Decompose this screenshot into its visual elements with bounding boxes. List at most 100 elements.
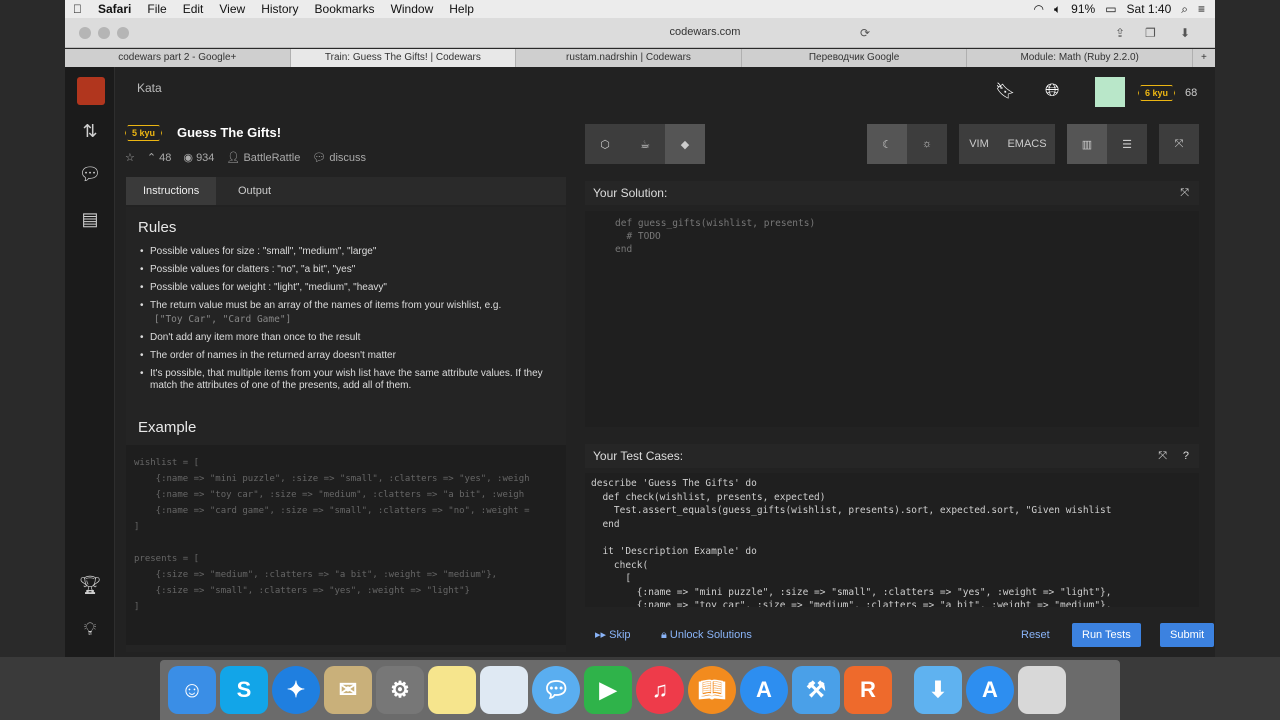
upvote-icon[interactable]: ⌃ 48 <box>147 151 172 164</box>
messages-icon[interactable]: 💬︎ <box>532 666 580 714</box>
battery-percent[interactable]: 91% <box>1071 2 1095 16</box>
star-icon[interactable]: ☆ <box>125 151 135 164</box>
solution-editor[interactable]: def guess_gifts(wishlist, presents) # TO… <box>585 211 1199 427</box>
list-item: Don't add any item more than once to the… <box>140 332 566 344</box>
menu-history[interactable]: History <box>253 2 306 16</box>
dock-separator <box>896 666 910 714</box>
list-item: It's possible, that multiple items from … <box>140 368 566 392</box>
kata-meta: ☆ ⌃ 48 ◉ 934 👤︎ BattleRattle 💬︎ discuss <box>125 151 366 164</box>
trash-icon[interactable] <box>1018 666 1066 714</box>
lightbulb-icon[interactable]: 💡︎ <box>78 617 102 641</box>
apple-menu-icon[interactable]:  <box>65 2 90 16</box>
globe-icon[interactable]: 🌐︎ <box>1045 80 1059 101</box>
new-tab-button[interactable]: + <box>1193 49 1215 67</box>
codewars-logo-icon[interactable] <box>77 77 105 105</box>
fullscreen-icon[interactable]: ⤧ <box>1159 124 1199 164</box>
author-name[interactable]: BattleRattle <box>243 152 300 164</box>
list-item: Possible values for clatters : "no", "a … <box>140 264 566 276</box>
author-icon[interactable]: 👤︎ BattleRattle <box>226 151 300 164</box>
battery-icon[interactable]: ▭ <box>1105 2 1116 16</box>
tab-output[interactable]: Output <box>221 177 288 205</box>
rules-heading: Rules <box>138 219 177 236</box>
window-controls <box>79 27 129 39</box>
dock: ☺ S ✦ ✉ ⚙ 💬︎ ▶ ♫ 📖︎ A ⚒ R ⬇ A <box>160 660 1120 720</box>
volume-icon[interactable]: 🔈︎ <box>1054 2 1061 17</box>
xcode-icon[interactable]: ⚒ <box>792 666 840 714</box>
split-horizontal-layout-icon[interactable]: ☰ <box>1107 124 1147 164</box>
music-icon[interactable]: ♫ <box>636 666 684 714</box>
close-window-button[interactable] <box>79 27 91 39</box>
menu-file[interactable]: File <box>139 2 174 16</box>
rule-text: The return value must be an array of the… <box>150 300 502 311</box>
kata-nav-icon[interactable]: ⇅ <box>78 119 102 143</box>
emacs-mode-button[interactable]: EMACS <box>999 124 1055 164</box>
unlock-solutions-button[interactable]: 🔒︎ Unlock Solutions <box>651 623 762 647</box>
tab-codewars-train[interactable]: Train: Guess The Gifts! | Codewars <box>290 49 517 67</box>
discuss-link[interactable]: discuss <box>329 152 366 164</box>
rubymine-icon[interactable]: R <box>844 666 892 714</box>
bookmark-icon[interactable]: 🔖︎ <box>995 81 1015 101</box>
skype-icon[interactable]: S <box>220 666 268 714</box>
example-return-code: ["Toy Car", "Card Game"] <box>154 314 292 325</box>
menu-edit[interactable]: Edit <box>175 2 212 16</box>
vim-mode-button[interactable]: VIM <box>959 124 999 164</box>
help-icon[interactable]: ? <box>1183 444 1189 468</box>
submit-button[interactable]: Submit <box>1160 623 1215 647</box>
lock-icon: 🔒︎ <box>661 629 670 641</box>
ibooks-icon[interactable]: 📖︎ <box>688 666 736 714</box>
finder-icon[interactable]: ☺ <box>168 666 216 714</box>
editor-toolbar: ⬡ ☕︎ ◆ ☾ ☼ VIM EMACS ▥ ☰ ⤧ <box>585 124 1205 164</box>
ruby-language-icon[interactable]: ◆ <box>665 124 705 164</box>
downloads-folder-icon[interactable]: ⬇ <box>914 666 962 714</box>
vote-count: 48 <box>159 152 172 164</box>
contacts-icon[interactable] <box>480 666 528 714</box>
docs-nav-icon[interactable]: ▤ <box>78 207 102 231</box>
dark-theme-moon-icon[interactable]: ☾ <box>867 124 907 164</box>
tab-google-translate[interactable]: Переводчик Google <box>742 49 968 67</box>
tests-editor[interactable]: describe 'Guess The Gifts' do def check(… <box>585 473 1199 607</box>
menu-window[interactable]: Window <box>383 2 442 16</box>
skip-button[interactable]: ▸▸ Skip <box>585 623 641 647</box>
coffeescript-language-icon[interactable]: ☕︎ <box>625 124 665 164</box>
menu-help[interactable]: Help <box>441 2 482 16</box>
app-store-icon[interactable]: A <box>740 666 788 714</box>
notification-icon[interactable]: ≡ <box>1198 2 1205 16</box>
menu-bookmarks[interactable]: Bookmarks <box>307 2 383 16</box>
kata-rank-badge: 5 kyu <box>125 125 163 141</box>
light-theme-sun-icon[interactable]: ☼ <box>907 124 947 164</box>
reload-icon[interactable]: ⟳ <box>860 26 870 40</box>
split-vertical-layout-icon[interactable]: ▥ <box>1067 124 1107 164</box>
minimize-window-button[interactable] <box>98 27 110 39</box>
tab-ruby-docs[interactable]: Module: Math (Ruby 2.2.0) <box>967 49 1193 67</box>
discuss-nav-icon[interactable]: 💬︎ <box>78 162 102 186</box>
javascript-language-icon[interactable]: ⬡ <box>585 124 625 164</box>
spotlight-icon[interactable]: ⌕ <box>1181 2 1188 17</box>
tabs-overview-icon[interactable]: ❐ <box>1145 26 1156 40</box>
tab-google-plus[interactable]: codewars part 2 - Google+ <box>65 49 291 67</box>
clock[interactable]: Sat 1:40 <box>1127 2 1172 16</box>
facetime-icon[interactable]: ▶ <box>584 666 632 714</box>
leaderboard-trophy-icon[interactable]: 🏆︎ <box>78 573 102 597</box>
tab-instructions[interactable]: Instructions <box>126 177 217 205</box>
menu-view[interactable]: View <box>211 2 253 16</box>
kata-link[interactable]: Kata <box>137 81 162 95</box>
mail-icon[interactable]: ✉ <box>324 666 372 714</box>
wifi-icon[interactable]: ◠ <box>1033 2 1043 16</box>
codewars-app: ⇅ 💬︎ ▤ 🏆︎ 💡︎ Kata 🔖︎ 🌐︎ 6 kyu 68 5 kyu G… <box>65 67 1215 657</box>
notes-icon[interactable] <box>428 666 476 714</box>
system-preferences-icon[interactable]: ⚙ <box>376 666 424 714</box>
download-icon[interactable]: ⬇ <box>1180 26 1190 40</box>
reset-button[interactable]: Reset <box>1011 623 1060 647</box>
avatar[interactable] <box>1095 77 1125 107</box>
zoom-window-button[interactable] <box>117 27 129 39</box>
address-bar[interactable]: codewars.com <box>565 26 845 38</box>
run-tests-button[interactable]: Run Tests <box>1072 623 1141 647</box>
expand-tests-icon[interactable]: ⤧ <box>1158 444 1167 468</box>
applications-folder-icon[interactable]: A <box>966 666 1014 714</box>
share-icon[interactable]: ⇪ <box>1115 26 1125 40</box>
discuss-icon[interactable]: 💬︎ discuss <box>312 151 366 164</box>
safari-icon[interactable]: ✦ <box>272 666 320 714</box>
expand-solution-icon[interactable]: ⤧ <box>1180 181 1189 205</box>
tab-codewars-profile[interactable]: rustam.nadrshin | Codewars <box>516 49 742 67</box>
menu-app-name[interactable]: Safari <box>90 2 139 16</box>
